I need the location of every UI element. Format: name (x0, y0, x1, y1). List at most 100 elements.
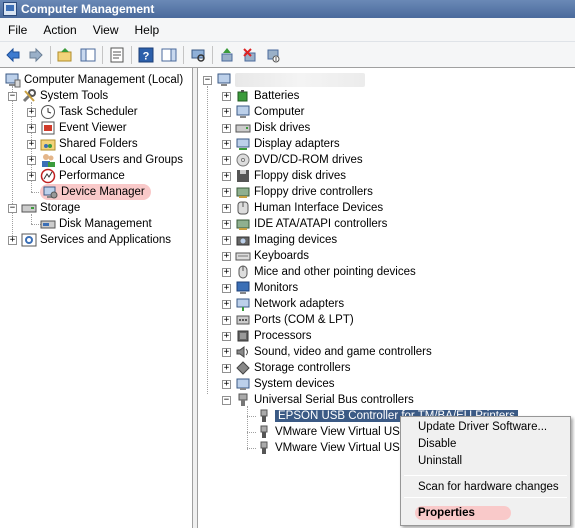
tree-local-users[interactable]: + Local Users and Groups (27, 152, 183, 168)
back-arrow-icon[interactable] (3, 45, 23, 65)
device-category-row[interactable]: + Ports (COM & LPT) (222, 312, 354, 328)
expand-toggle[interactable]: + (27, 107, 36, 117)
device-category-row[interactable]: + DVD/CD-ROM drives (222, 152, 363, 168)
menu-properties[interactable]: Properties (415, 506, 511, 520)
expand-toggle[interactable]: + (222, 379, 231, 389)
tree-local-users-label: Local Users and Groups (59, 154, 184, 166)
services-icon (21, 232, 37, 248)
device-category-row[interactable]: + System devices (222, 376, 335, 392)
tree-device-manager[interactable]: Device Manager (40, 184, 151, 200)
show-action-pane-icon[interactable] (159, 45, 179, 65)
expand-toggle[interactable]: + (222, 155, 231, 165)
expand-toggle[interactable]: + (222, 123, 231, 133)
forward-arrow-icon[interactable] (26, 45, 46, 65)
tree-device-manager-label: Device Manager (61, 186, 145, 198)
menu-help[interactable]: Help (127, 23, 168, 37)
device-category-row[interactable]: + Floppy drive controllers (222, 184, 373, 200)
tree-root-label: Computer Management (Local) (24, 74, 184, 86)
expand-toggle[interactable]: + (222, 235, 231, 245)
computer-icon (216, 72, 232, 88)
scan-hardware-icon[interactable] (188, 45, 208, 65)
expand-toggle[interactable]: + (222, 219, 231, 229)
device-category-row[interactable]: + Storage controllers (222, 360, 351, 376)
menu-action[interactable]: Action (35, 23, 84, 37)
device-category-label: Storage controllers (254, 362, 351, 374)
expand-toggle[interactable]: + (27, 123, 36, 133)
disable-icon[interactable] (263, 45, 283, 65)
device-category-row[interactable]: + Mice and other pointing devices (222, 264, 416, 280)
expand-toggle[interactable]: + (8, 235, 17, 245)
up-folder-icon[interactable] (55, 45, 75, 65)
menu-file[interactable]: File (0, 23, 35, 37)
menu-update-driver[interactable]: Update Driver Software... (418, 421, 547, 433)
update-driver-icon[interactable] (217, 45, 237, 65)
tree-shared-folders[interactable]: + Shared Folders (27, 136, 138, 152)
collapse-toggle[interactable]: − (222, 395, 231, 405)
device-category-label: Sound, video and game controllers (254, 346, 432, 358)
device-category-row[interactable]: + Monitors (222, 280, 298, 296)
expand-toggle[interactable]: + (222, 107, 231, 117)
device-category-label: DVD/CD-ROM drives (254, 154, 363, 166)
tree-services[interactable]: + Services and Applications (8, 232, 171, 248)
expand-toggle[interactable]: + (222, 331, 231, 341)
device-category-label: Disk drives (254, 122, 311, 134)
collapse-toggle[interactable]: − (8, 91, 17, 101)
menu-view[interactable]: View (85, 23, 127, 37)
tree-disk-management[interactable]: Disk Management (40, 216, 152, 232)
expand-toggle[interactable]: + (222, 347, 231, 357)
device-category-row[interactable]: + Network adapters (222, 296, 344, 312)
device-category-row[interactable]: + IDE ATA/ATAPI controllers (222, 216, 387, 232)
collapse-toggle[interactable]: − (8, 203, 17, 213)
tree-performance[interactable]: + Performance (27, 168, 125, 184)
device-category-row[interactable]: − Universal Serial Bus controllers (222, 392, 414, 408)
device-category-row[interactable]: + Processors (222, 328, 312, 344)
expand-toggle[interactable]: + (222, 171, 231, 181)
expand-toggle[interactable]: + (27, 171, 36, 181)
properties-icon[interactable] (107, 45, 127, 65)
menu-uninstall[interactable]: Uninstall (418, 455, 462, 467)
device-category-row[interactable]: + Sound, video and game controllers (222, 344, 432, 360)
svg-text:?: ? (143, 50, 150, 62)
expand-toggle[interactable]: + (27, 155, 36, 165)
tree-task-scheduler[interactable]: + Task Scheduler (27, 104, 138, 120)
usb-plug-icon (256, 408, 272, 424)
device-category-row[interactable]: + Imaging devices (222, 232, 337, 248)
uninstall-icon[interactable] (240, 45, 260, 65)
expand-toggle[interactable]: + (222, 363, 231, 373)
device-category-label: Universal Serial Bus controllers (254, 394, 414, 406)
device-category-row[interactable]: + Batteries (222, 88, 299, 104)
tree-system-tools[interactable]: − System Tools (8, 88, 108, 104)
show-hide-tree-icon[interactable] (78, 45, 98, 65)
expand-toggle[interactable]: + (222, 251, 231, 261)
keyboard-icon (235, 248, 251, 264)
expand-toggle[interactable]: + (222, 203, 231, 213)
device-category-row[interactable]: + Display adapters (222, 136, 340, 152)
device-category-row[interactable]: + Keyboards (222, 248, 309, 264)
device-category-row[interactable]: + Computer (222, 104, 305, 120)
expand-toggle[interactable]: + (222, 315, 231, 325)
device-category-label: Human Interface Devices (254, 202, 384, 214)
menu-scan-hardware[interactable]: Scan for hardware changes (418, 481, 559, 493)
expand-toggle[interactable]: + (222, 139, 231, 149)
expand-toggle[interactable]: + (222, 299, 231, 309)
expand-toggle[interactable]: + (222, 187, 231, 197)
device-category-row[interactable]: + Disk drives (222, 120, 310, 136)
computer-management-icon (5, 72, 21, 88)
tree-event-viewer[interactable]: + Event Viewer (27, 120, 127, 136)
device-tree-root[interactable]: − (203, 72, 365, 88)
expand-toggle[interactable]: + (222, 283, 231, 293)
help-icon[interactable]: ? (136, 45, 156, 65)
expand-toggle[interactable]: + (27, 139, 36, 149)
device-category-row[interactable]: + Floppy disk drives (222, 168, 346, 184)
expand-toggle[interactable]: + (222, 267, 231, 277)
menu-disable[interactable]: Disable (418, 438, 456, 450)
collapse-toggle[interactable]: − (203, 75, 212, 85)
tree-storage[interactable]: − Storage (8, 200, 80, 216)
expand-toggle[interactable]: + (222, 91, 231, 101)
port-icon (235, 312, 251, 328)
dvd-icon (235, 152, 251, 168)
usb-plug-icon (256, 424, 272, 440)
device-category-row[interactable]: + Human Interface Devices (222, 200, 383, 216)
tree-root[interactable]: Computer Management (Local) (5, 72, 183, 88)
device-category-label: Floppy disk drives (254, 170, 347, 182)
